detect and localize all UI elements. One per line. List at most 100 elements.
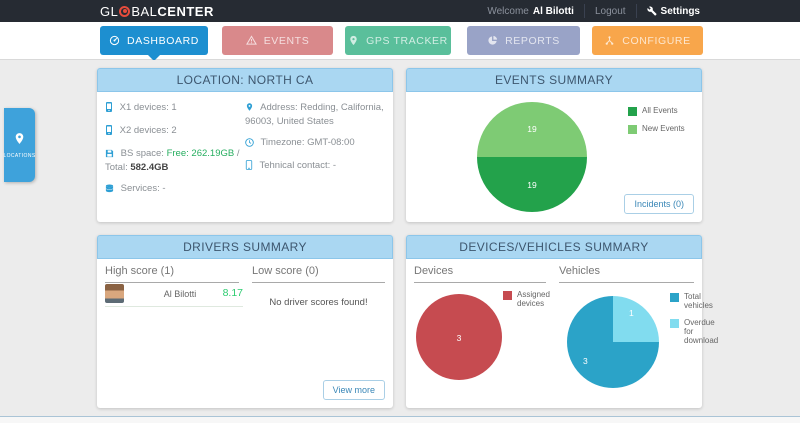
nav-bar: DASHBOARD EVENTS GPS TRACKER REPORTS CON…	[0, 22, 800, 60]
x1-devices-row: X1 devices: 1	[105, 102, 245, 116]
logo-text-bal: BAL	[131, 4, 157, 19]
vehicles-subheader: Vehicles	[559, 265, 694, 283]
tab-configure[interactable]: CONFIGURE	[592, 26, 703, 55]
wrench-icon	[647, 6, 657, 16]
x2-devices-value: 2	[171, 125, 176, 136]
driver-score: 8.17	[223, 287, 243, 299]
events-panel-title: EVENTS SUMMARY	[406, 68, 702, 92]
mobile-icon	[105, 125, 113, 139]
events-pie-all-value: 19	[477, 180, 587, 190]
driver-name: Al Bilotti	[145, 289, 215, 299]
user-name: Al Bilotti	[533, 6, 574, 17]
legend-item-new-events: New Events	[628, 124, 685, 134]
x1-devices-label: X1 devices:	[120, 102, 169, 113]
events-legend: All Events New Events	[628, 106, 685, 142]
legend-label: Assigned devices	[517, 290, 555, 308]
sitemap-icon	[604, 35, 615, 46]
logout-link[interactable]: Logout	[595, 6, 626, 17]
legend-label: New Events	[642, 124, 685, 133]
timezone-value: GMT-08:00	[307, 137, 355, 148]
location-panel: LOCATION: NORTH CA X1 devices: 1 X2 devi…	[97, 68, 393, 222]
devices-vehicles-panel: DEVICES/VEHICLES SUMMARY Devices Vehicle…	[406, 235, 702, 408]
legend-label: All Events	[642, 106, 678, 115]
logo-text-gl: GL	[100, 4, 118, 19]
vehicles-pie-total-value: 3	[583, 356, 588, 366]
welcome-user[interactable]: Welcome Al Bilotti	[487, 6, 574, 17]
vehicles-pie-chart[interactable]: 1 3	[567, 296, 659, 388]
legend-item-total-vehicles: Total vehicles	[670, 292, 726, 310]
timezone-row: Timezone: GMT-08:00	[245, 137, 385, 151]
events-pie-chart[interactable]: 19 19	[477, 102, 587, 212]
contact-label: Tehnical contact:	[259, 160, 330, 171]
address-row: Address: Redding, California, 96003, Uni…	[245, 102, 385, 128]
content-area: LOCATIONS LOCATION: NORTH CA X1 devices:…	[0, 60, 800, 417]
tab-reports[interactable]: REPORTS	[467, 26, 580, 55]
tab-configure-label: CONFIGURE	[622, 35, 690, 47]
devices-pie-value: 3	[416, 333, 502, 343]
settings-link[interactable]: Settings	[647, 6, 700, 17]
devices-vehicles-panel-title: DEVICES/VEHICLES SUMMARY	[406, 235, 702, 259]
legend-label: Overdue for download	[684, 318, 726, 345]
legend-item-all-events: All Events	[628, 106, 685, 116]
bs-space-label: BS space:	[121, 148, 164, 159]
location-right-column: Address: Redding, California, 96003, Uni…	[245, 102, 385, 206]
pie-icon	[487, 35, 498, 46]
devices-legend: Assigned devices	[503, 290, 555, 316]
x2-devices-label: X2 devices:	[120, 125, 169, 136]
devices-subheader: Devices	[414, 265, 546, 283]
events-pie-new-value: 19	[477, 124, 587, 134]
settings-label: Settings	[661, 6, 700, 17]
phone-icon	[245, 160, 253, 174]
drivers-panel-title: DRIVERS SUMMARY	[97, 235, 393, 259]
location-pin-icon	[13, 132, 26, 150]
app-logo: GL BALCENTER	[100, 0, 214, 22]
driver-avatar	[105, 284, 124, 303]
devices-pie-chart[interactable]: 3	[416, 294, 502, 380]
mobile-icon	[105, 102, 113, 116]
driver-row[interactable]: Al Bilotti 8.17	[105, 283, 243, 307]
sidebar-tab-locations[interactable]: LOCATIONS	[4, 108, 35, 182]
bs-separator: /	[237, 148, 240, 159]
tab-gps-tracker-label: GPS TRACKER	[366, 35, 448, 47]
services-row: Services: -	[105, 183, 245, 197]
location-panel-title: LOCATION: NORTH CA	[97, 68, 393, 92]
divider	[636, 4, 637, 18]
no-scores-message: No driver scores found!	[252, 297, 385, 308]
divider	[584, 4, 585, 18]
map-pin-icon	[245, 102, 254, 116]
disk-icon	[105, 149, 114, 162]
tab-events-label: EVENTS	[264, 35, 310, 47]
bs-free-label: Free:	[167, 148, 189, 159]
legend-item-overdue-download: Overdue for download	[670, 318, 726, 345]
low-score-header: Low score (0)	[252, 265, 385, 283]
high-score-header: High score (1)	[105, 265, 239, 283]
legend-swatch	[670, 293, 679, 302]
x1-devices-value: 1	[171, 102, 176, 113]
welcome-label: Welcome	[487, 6, 529, 17]
legend-swatch	[628, 107, 637, 116]
locations-tab-label: LOCATIONS	[3, 153, 35, 159]
tab-reports-label: REPORTS	[505, 35, 560, 47]
timezone-label: Timezone:	[260, 137, 304, 148]
x2-devices-row: X2 devices: 2	[105, 125, 245, 139]
contact-value: -	[333, 160, 336, 171]
tab-dashboard-label: DASHBOARD	[127, 35, 199, 47]
top-bar: GL BALCENTER Welcome Al Bilotti Logout Set…	[0, 0, 800, 22]
services-value: -	[162, 183, 165, 194]
address-label: Address:	[260, 102, 298, 113]
events-panel: EVENTS SUMMARY 19 19 All Events New Even…	[406, 68, 702, 222]
tab-gps-tracker[interactable]: GPS TRACKER	[345, 26, 451, 55]
logo-text-center: CENTER	[157, 4, 213, 19]
location-left-column: X1 devices: 1 X2 devices: 2 BS space: Fr…	[105, 102, 245, 206]
bs-free-value: 262.19GB	[191, 148, 234, 159]
services-label: Services:	[121, 183, 160, 194]
target-icon	[119, 6, 130, 17]
tab-dashboard[interactable]: DASHBOARD	[100, 26, 208, 55]
bs-space-row: BS space: Free: 262.19GB / Total: 582.4G…	[105, 148, 245, 174]
legend-swatch	[670, 319, 679, 328]
tab-events[interactable]: EVENTS	[222, 26, 333, 55]
incidents-button[interactable]: Incidents (0)	[624, 194, 694, 214]
bs-total-value: 582.4GB	[130, 162, 168, 173]
legend-swatch	[503, 291, 512, 300]
view-more-button[interactable]: View more	[323, 380, 385, 400]
